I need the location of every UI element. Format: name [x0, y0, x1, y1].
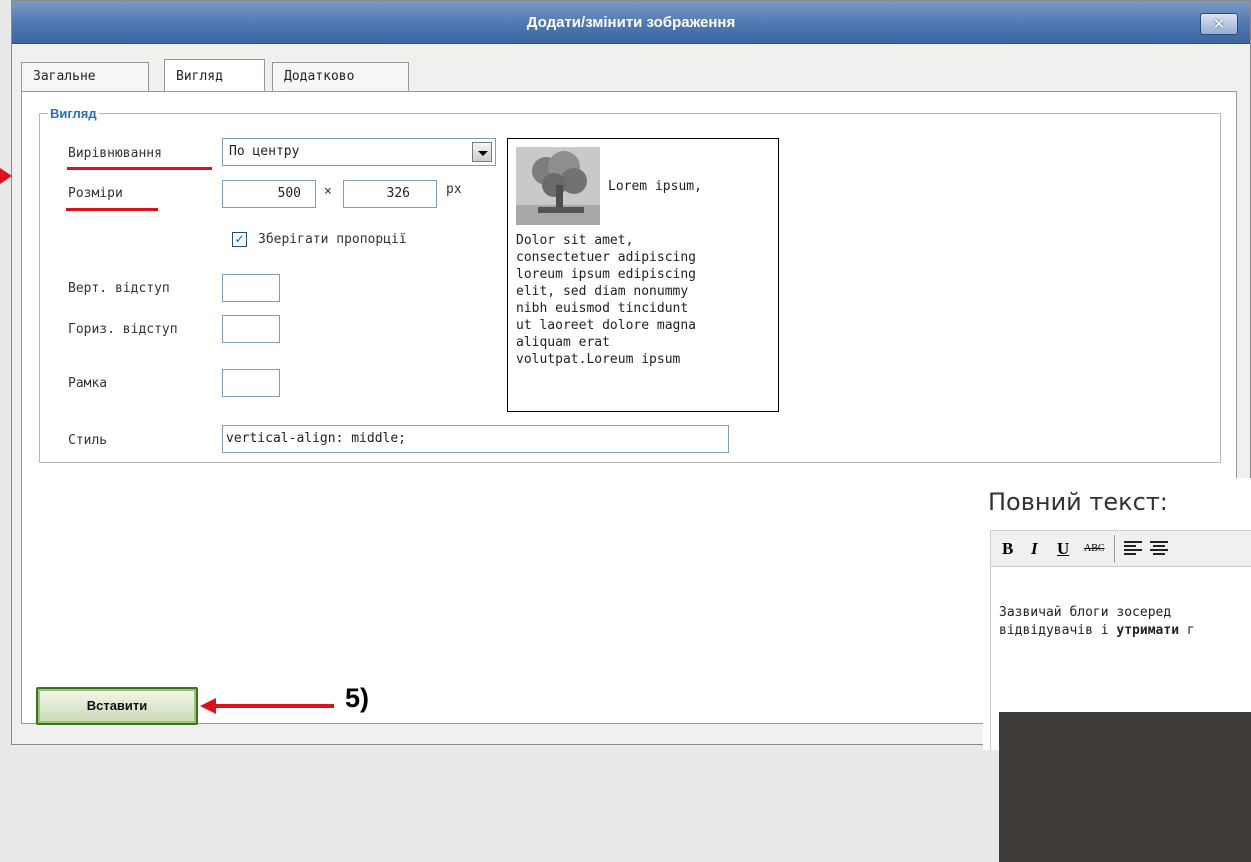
close-button[interactable]: ✕	[1200, 13, 1238, 35]
italic-button[interactable]: I	[1031, 539, 1038, 559]
dimensions-label: Розміри	[68, 186, 123, 201]
hspace-label: Гориз. відступ	[68, 322, 178, 337]
preview-line: elit, sed diam nonummy	[516, 284, 689, 299]
content-line: Зазвичай блоги зосеред	[999, 605, 1172, 620]
align-center-icon[interactable]	[1150, 540, 1168, 558]
editor-toolbar: B I U ABC	[990, 530, 1251, 567]
dimensions-underline	[66, 208, 158, 211]
editor-content[interactable]: Зазвичай блоги зосеред відвідувачів і ут…	[990, 567, 1251, 862]
chevron-down-icon[interactable]	[472, 142, 492, 162]
editor-heading: Повний текст:	[988, 488, 1168, 516]
alignment-value: По центру	[229, 144, 300, 159]
vspace-input[interactable]	[222, 274, 280, 302]
vspace-label: Верт. відступ	[68, 281, 170, 296]
unit-label: px	[446, 182, 462, 197]
alignment-select[interactable]: По центру	[222, 138, 496, 166]
toolbar-separator	[1114, 535, 1115, 563]
preview-image	[516, 147, 600, 225]
hspace-input[interactable]	[222, 315, 280, 343]
editor-panel: Повний текст: B I U ABC Зазвичай блоги з…	[983, 478, 1251, 862]
alignment-underline	[67, 167, 212, 170]
annotation-arrow-icon	[200, 698, 334, 714]
content-line: відвідувачів і утримати г	[999, 623, 1195, 638]
alignment-label: Вирівнювання	[68, 146, 162, 161]
border-input[interactable]	[222, 369, 280, 397]
preview-line: ut laoreet dolore magna	[516, 318, 697, 333]
style-label: Стиль	[68, 433, 108, 448]
strikethrough-button[interactable]: ABC	[1084, 539, 1105, 559]
tab-appearance[interactable]: Вигляд	[164, 59, 265, 93]
height-input[interactable]: 326	[343, 180, 437, 208]
times-symbol: ×	[324, 184, 332, 199]
underline-button[interactable]: U	[1057, 539, 1069, 559]
content-bold-text: утримати	[1116, 623, 1180, 638]
annotation-step-label: 5)	[345, 683, 370, 713]
side-arrow-icon	[0, 168, 12, 184]
tab-advanced[interactable]: Додатково	[272, 62, 409, 92]
dialog-title: Додати/змінити зображення	[526, 14, 736, 31]
align-left-icon[interactable]	[1124, 540, 1142, 558]
preview-line: consectetuer adipiscing	[516, 250, 697, 265]
tab-general[interactable]: Загальне	[21, 62, 149, 92]
preview-lead-text: Lorem ipsum,	[608, 179, 702, 194]
content-text: відвідувачів і	[999, 623, 1117, 638]
preview-line: loreum ipsum edipiscing	[516, 267, 697, 282]
preview-line: aliquam erat	[516, 335, 610, 350]
preview-line: volutpat.Loreum ipsum	[516, 352, 681, 367]
constrain-label: Зберігати пропорції	[258, 232, 407, 247]
border-label: Рамка	[68, 376, 108, 391]
content-text: г	[1179, 623, 1195, 638]
preview-line: Dolor sit amet,	[516, 233, 634, 248]
embedded-video[interactable]	[999, 712, 1251, 862]
image-preview: Lorem ipsum, Dolor sit amet, consectetue…	[507, 138, 779, 412]
bold-button[interactable]: B	[1002, 539, 1013, 559]
tree-image-icon	[516, 147, 600, 225]
width-input[interactable]: 500	[222, 180, 316, 208]
style-input[interactable]: vertical-align: middle;	[222, 425, 729, 453]
preview-body: Dolor sit amet, consectetuer adipiscing …	[516, 232, 778, 368]
dialog-titlebar[interactable]: Додати/змінити зображення ✕	[12, 1, 1250, 44]
insert-button[interactable]: Вставити	[36, 687, 198, 725]
constrain-checkbox[interactable]: ✓	[232, 232, 247, 247]
close-icon: ✕	[1212, 15, 1226, 33]
preview-line: nibh euismod tincidunt	[516, 301, 689, 316]
appearance-legend: Вигляд	[50, 106, 97, 121]
